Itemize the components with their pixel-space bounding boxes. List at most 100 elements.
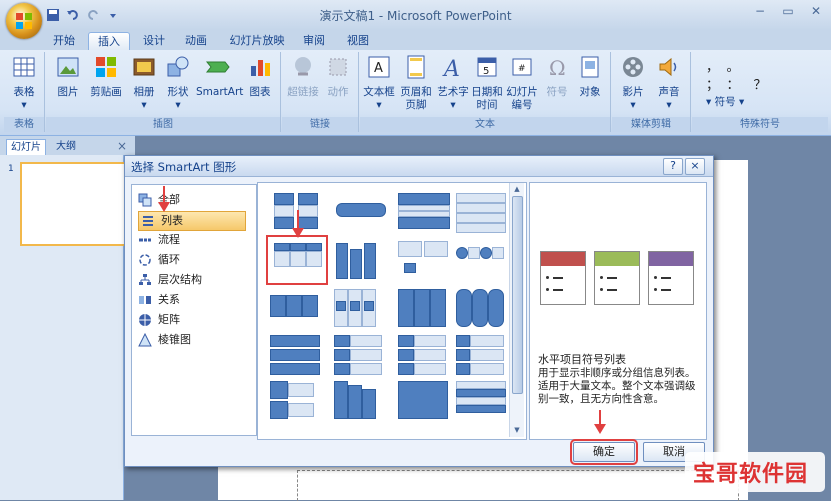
slide-number: 1 [8, 164, 14, 174]
textbox-button[interactable]: A 文本框 ▾ [362, 54, 396, 112]
preview-title: 水平项目符号列表 [538, 353, 626, 366]
scroll-down-icon[interactable]: ▼ [512, 426, 522, 436]
watermark-text: 宝哥软件园 [693, 462, 809, 487]
group-links: 超链接 动作 链接 [282, 52, 359, 132]
clipart-icon [96, 57, 116, 77]
preview-card-red [540, 251, 586, 305]
title-bar: 演示文稿1 - Microsoft PowerPoint − ▭ ✕ [0, 0, 831, 30]
close-button[interactable]: ✕ [807, 4, 825, 20]
hyperlink-button[interactable]: 超链接 [286, 54, 320, 99]
layout-thumbnail[interactable] [454, 239, 510, 289]
gallery-scroll-thumb[interactable] [512, 196, 523, 394]
layout-thumbnail[interactable] [454, 333, 510, 383]
wordart-button[interactable]: A 艺术字 ▾ [436, 54, 470, 112]
symbol-dropdown[interactable]: ▾ 符号 ▾ [706, 94, 744, 109]
layout-thumbnail[interactable] [454, 287, 510, 337]
dialog-close-button[interactable]: × [685, 158, 705, 175]
wordart-icon: A [442, 57, 460, 82]
layout-thumbnail[interactable] [396, 333, 452, 383]
tab-slides[interactable]: 幻灯片 [6, 139, 46, 155]
ok-button[interactable]: 确定 [570, 439, 638, 465]
minimize-button[interactable]: − [751, 4, 769, 20]
smartart-button[interactable]: SmartArt [196, 54, 244, 99]
preview-description: 用于显示非顺序或分组信息列表。适用于大量文本。整个文本强调级别一致，且无方向性含… [538, 367, 696, 405]
layout-thumbnail[interactable] [332, 239, 388, 289]
layout-thumbnail[interactable] [396, 287, 452, 337]
shapes-button[interactable]: 形状 ▾ [162, 54, 194, 112]
hierarchy-icon [139, 274, 151, 285]
slide-placeholder[interactable] [297, 470, 739, 501]
layout-thumbnail[interactable] [332, 379, 388, 429]
preview-card-purple [648, 251, 694, 305]
layout-thumbnail[interactable] [332, 333, 388, 383]
scroll-up-icon[interactable]: ▲ [512, 185, 522, 195]
object-label: 对象 [579, 86, 601, 98]
layout-thumbnail[interactable] [396, 379, 452, 429]
layout-thumbnail[interactable] [454, 379, 510, 429]
layout-thumbnail[interactable] [268, 379, 324, 429]
slide-number-button[interactable]: # 幻灯片 编号 [504, 54, 540, 112]
group-special-symbols: ，。 ；：？ ▾ 符号 ▾ 特殊符号 [692, 52, 828, 132]
action-button[interactable]: 动作 [322, 54, 354, 99]
layout-thumbnail[interactable] [332, 191, 388, 241]
svg-text:5: 5 [483, 66, 489, 77]
tab-home[interactable]: 开始 [46, 32, 82, 50]
tab-design[interactable]: 设计 [136, 32, 172, 50]
film-reel-icon [623, 57, 643, 77]
close-pane-icon[interactable]: × [117, 139, 127, 153]
smartart-label: SmartArt [196, 86, 244, 98]
category-relationship[interactable]: 关系 [138, 291, 180, 309]
category-pyramid[interactable]: 棱锥图 [138, 331, 191, 349]
layout-thumbnail[interactable] [268, 191, 324, 241]
sound-button[interactable]: 声音 ▾ [652, 54, 686, 112]
layout-thumbnail[interactable] [268, 333, 324, 383]
maximize-button[interactable]: ▭ [779, 4, 797, 20]
category-matrix[interactable]: 矩阵 [138, 311, 180, 329]
layout-thumbnail[interactable] [454, 191, 510, 241]
ribbon-tab-bar: 开始 插入 设计 动画 幻灯片放映 审阅 视图 [0, 30, 831, 51]
object-button[interactable]: 对象 [574, 54, 606, 99]
album-button[interactable]: 相册 ▾ [128, 54, 160, 112]
header-footer-button[interactable]: 页眉和 页脚 [398, 54, 434, 112]
tab-review[interactable]: 审阅 [296, 32, 332, 50]
group-label-text: 文本 [360, 117, 610, 132]
category-list-item[interactable]: 列表 [138, 211, 246, 231]
chart-button[interactable]: 图表 [244, 54, 276, 99]
category-cycle[interactable]: 循环 [138, 251, 180, 269]
wordart-label: 艺术字 [437, 86, 469, 98]
layout-thumbnail[interactable] [396, 191, 452, 241]
layout-thumbnail[interactable] [332, 287, 388, 337]
help-button[interactable]: ? [663, 158, 683, 175]
tab-insert[interactable]: 插入 [88, 32, 130, 51]
category-hierarchy[interactable]: 层次结构 [138, 271, 202, 289]
picture-icon [57, 57, 79, 77]
symbol-row-1[interactable]: ，。 [706, 56, 754, 75]
group-illustrations: 图片 剪贴画 相册 ▾ 形状 ▾ SmartArt 图表 插图 [46, 52, 281, 132]
dialog-title-bar[interactable]: 选择 SmartArt 图形 ? × [125, 156, 713, 177]
movie-button[interactable]: 影片 ▾ [616, 54, 650, 112]
album-label: 相册 [133, 86, 155, 98]
category-process[interactable]: 流程 [138, 231, 180, 249]
svg-text:#: # [518, 64, 526, 74]
category-all[interactable]: 全部 [138, 191, 180, 209]
tab-view[interactable]: 视图 [340, 32, 376, 50]
slide-thumbnail[interactable] [20, 162, 129, 246]
symbol-row-2[interactable]: ；：？ [706, 74, 781, 93]
shapes-label: 形状 [167, 86, 189, 98]
symbol-button[interactable]: Ω 符号 [542, 54, 572, 99]
tab-outline[interactable]: 大纲 [52, 139, 80, 154]
office-button[interactable] [6, 3, 42, 39]
datetime-button[interactable]: 5 日期和 时间 [470, 54, 504, 112]
speaker-icon [659, 57, 677, 77]
layout-thumbnail[interactable] [396, 239, 452, 289]
table-button[interactable]: 表格 ▾ [8, 54, 40, 112]
tab-animation[interactable]: 动画 [178, 32, 214, 50]
layout-thumbnail[interactable] [268, 287, 324, 337]
table-label: 表格 [13, 86, 35, 98]
tab-slideshow[interactable]: 幻灯片放映 [226, 32, 288, 50]
textbox-label: 文本框 [363, 86, 395, 98]
picture-button[interactable]: 图片 [52, 54, 84, 99]
clipart-button[interactable]: 剪贴画 [88, 54, 124, 99]
header-footer-icon [407, 55, 425, 79]
layout-horizontal-bullet-list[interactable] [266, 235, 328, 285]
